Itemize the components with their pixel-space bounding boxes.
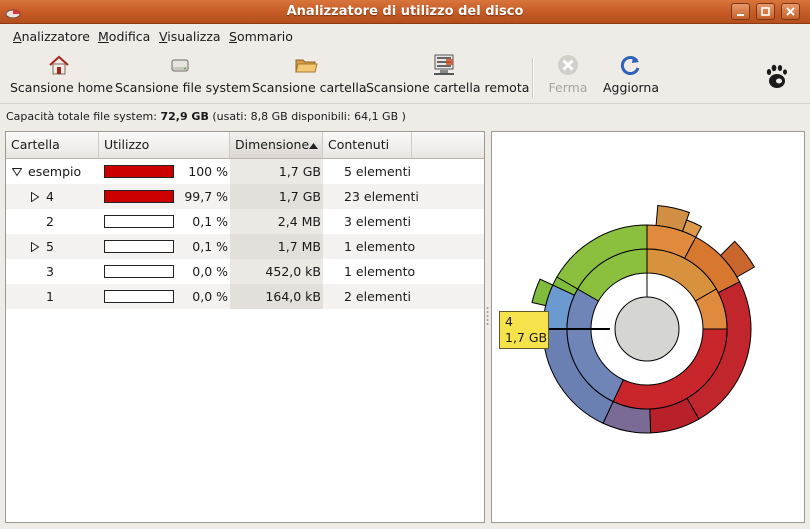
tooltip-folder-name: 4 xyxy=(505,314,513,329)
capacity-label: Capacità totale file system: xyxy=(6,110,157,123)
gnome-foot-icon xyxy=(765,64,789,93)
folder-contents: 2 elementi xyxy=(344,289,411,304)
table-row[interactable]: 2 0,1 % 2,4 MB 3 elementi xyxy=(6,209,484,234)
table-row[interactable]: 5 0,1 % 1,7 MB 1 elemento xyxy=(6,234,484,259)
capacity-detail: (usati: 8,8 GB disponibili: 64,1 GB ) xyxy=(212,110,406,123)
usage-bar xyxy=(104,165,174,178)
usage-percent: 0,0 % xyxy=(192,289,228,304)
usage-bar xyxy=(104,215,174,228)
scan-filesystem-label: Scansione file system xyxy=(115,80,251,95)
usage-bar xyxy=(104,240,174,253)
stop-label: Ferma xyxy=(548,80,588,95)
usage-bar xyxy=(104,265,174,278)
pane-splitter[interactable] xyxy=(486,305,489,327)
scan-folder-label: Scansione cartella xyxy=(252,80,367,95)
expander-collapsed-icon[interactable] xyxy=(30,242,40,252)
filesystem-capacity-line: Capacità totale file system: 72,9 GB (us… xyxy=(6,110,406,123)
stop-button[interactable]: Ferma xyxy=(544,52,592,100)
folder-size: 1,7 GB xyxy=(278,189,321,204)
refresh-label: Aggiorna xyxy=(602,80,660,95)
ring-chart-panel[interactable]: 4 1,7 GB xyxy=(491,131,805,523)
expander-expanded-icon[interactable] xyxy=(12,167,22,177)
close-icon xyxy=(786,7,795,16)
network-server-icon xyxy=(434,54,454,75)
usage-percent: 0,0 % xyxy=(192,264,228,279)
scan-remote-folder-label: Scansione cartella remota xyxy=(366,80,530,95)
folder-name: 5 xyxy=(46,239,54,254)
usage-bar-fill xyxy=(105,191,173,202)
refresh-button[interactable]: Aggiorna xyxy=(602,52,660,100)
folder-contents: 23 elementi xyxy=(344,189,419,204)
folder-size: 1,7 MB xyxy=(277,239,321,254)
close-button[interactable] xyxy=(781,3,800,20)
usage-bar xyxy=(104,290,174,303)
ring-chart-tooltip: 4 1,7 GB xyxy=(499,311,549,349)
ring-center[interactable] xyxy=(614,296,680,362)
column-header-contents[interactable]: Contenuti xyxy=(323,132,412,158)
scan-folder-button[interactable]: Scansione cartella xyxy=(252,52,367,100)
column-header-folder[interactable]: Cartella xyxy=(6,132,99,158)
home-icon xyxy=(49,55,69,75)
folder-name: 2 xyxy=(46,214,54,229)
usage-percent: 100 % xyxy=(188,164,228,179)
table-header: Cartella Utilizzo Dimensione Contenuti xyxy=(6,132,484,159)
folder-size: 2,4 MB xyxy=(277,214,321,229)
maximize-icon xyxy=(761,7,770,16)
folder-size: 164,0 kB xyxy=(265,289,321,304)
usage-bar-fill xyxy=(105,166,173,177)
scan-home-label: Scansione home xyxy=(10,80,114,95)
tooltip-folder-size: 1,7 GB xyxy=(505,330,548,345)
toolbar-separator xyxy=(532,58,534,98)
capacity-total: 72,9 GB xyxy=(160,110,209,123)
ring-chart-segments xyxy=(531,204,756,434)
scan-filesystem-button[interactable]: Scansione file system xyxy=(115,52,251,100)
folder-contents: 1 elemento xyxy=(344,264,416,279)
folder-name: 1 xyxy=(46,289,54,304)
column-header-size[interactable]: Dimensione xyxy=(230,132,323,158)
title-bar[interactable]: Analizzatore di utilizzo del disco xyxy=(0,0,810,24)
folder-size: 1,7 GB xyxy=(278,164,321,179)
usage-percent: 0,1 % xyxy=(192,214,228,229)
menu-analizzatore[interactable]: Analizzatore xyxy=(13,29,90,44)
harddisk-icon xyxy=(171,59,189,72)
table-row[interactable]: 1 0,0 % 164,0 kB 2 elementi xyxy=(6,284,484,309)
minimize-button[interactable] xyxy=(731,3,750,20)
stop-icon xyxy=(558,55,578,75)
sort-ascending-icon xyxy=(309,143,318,149)
expander-collapsed-icon[interactable] xyxy=(30,192,40,202)
folder-icon xyxy=(295,59,318,73)
table-row[interactable]: 3 0,0 % 452,0 kB 1 elemento xyxy=(6,259,484,284)
folder-name: 3 xyxy=(46,264,54,279)
menu-bar: Analizzatore Modifica Visualizza Sommari… xyxy=(0,24,810,48)
scan-home-button[interactable]: Scansione home xyxy=(10,52,114,100)
scan-remote-folder-button[interactable]: Scansione cartella remota xyxy=(366,52,530,100)
folder-tree-view[interactable]: Cartella Utilizzo Dimensione Contenuti e… xyxy=(5,131,485,523)
usage-percent: 99,7 % xyxy=(184,189,228,204)
menu-sommario[interactable]: Sommario xyxy=(229,29,293,44)
minimize-icon xyxy=(737,14,744,16)
folder-contents: 1 elemento xyxy=(344,239,416,254)
toolbar: Scansione home Scansione file system Sca… xyxy=(0,48,810,104)
menu-modifica[interactable]: Modifica xyxy=(98,29,150,44)
folder-name: esempio xyxy=(28,164,82,179)
table-row[interactable]: 4 99,7 % 1,7 GB 23 elementi xyxy=(6,184,484,209)
folder-contents: 5 elementi xyxy=(344,164,411,179)
folder-name: 4 xyxy=(46,189,54,204)
usage-percent: 0,1 % xyxy=(192,239,228,254)
maximize-button[interactable] xyxy=(756,3,775,20)
menu-visualizza[interactable]: Visualizza xyxy=(159,29,221,44)
refresh-icon xyxy=(620,56,640,75)
folder-size: 452,0 kB xyxy=(265,264,321,279)
window-title: Analizzatore di utilizzo del disco xyxy=(286,4,524,19)
table-row[interactable]: esempio 100 % 1,7 GB 5 elementi xyxy=(6,159,484,184)
usage-bar xyxy=(104,190,174,203)
column-header-usage[interactable]: Utilizzo xyxy=(99,132,230,158)
folder-contents: 3 elementi xyxy=(344,214,411,229)
